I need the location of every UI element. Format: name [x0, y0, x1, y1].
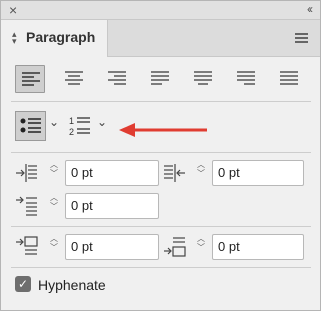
align-left-button[interactable]: [15, 65, 45, 93]
panel-menu-icon[interactable]: [295, 33, 308, 43]
bulleted-list-chevron-down-icon[interactable]: ⌄: [49, 115, 59, 129]
space-before-icon: [16, 236, 38, 255]
tab-updown-icon: ▴ ▾: [12, 29, 17, 46]
right-indent-input[interactable]: 0 pt: [212, 160, 304, 186]
numbered-list-chevron-down-icon[interactable]: ⌄: [97, 115, 107, 129]
first-line-indent-stepper-icon[interactable]: ︿ ﹀: [45, 193, 63, 219]
space-after-icon: [164, 237, 186, 257]
first-line-indent-icon: [16, 196, 37, 216]
left-indent-input[interactable]: 0 pt: [65, 160, 159, 186]
bulleted-list-icon: [20, 118, 41, 133]
justify-last-left-button[interactable]: [145, 65, 175, 93]
panel-titlebar: × ‹‹: [1, 1, 320, 20]
paragraph-panel: × ‹‹ ▴ ▾ Paragraph ⌄ 1 2 ⌄ ︿ ﹀ 0 pt ︿ ﹀ …: [0, 0, 321, 311]
justify-all-button[interactable]: [274, 65, 304, 93]
justify-last-center-icon: [194, 71, 212, 85]
svg-text:2: 2: [69, 127, 74, 137]
right-indent-stepper-icon[interactable]: ︿ ﹀: [192, 160, 210, 186]
numbered-list-icon[interactable]: 1 2: [69, 115, 91, 137]
justify-last-center-button[interactable]: [188, 65, 218, 93]
collapse-panel-icon[interactable]: ‹‹: [307, 1, 313, 17]
tab-paragraph[interactable]: ▴ ▾ Paragraph: [1, 20, 108, 57]
justify-last-left-icon: [151, 71, 169, 85]
left-indent-icon: [16, 164, 37, 182]
red-arrow-annotation: [119, 123, 207, 137]
space-after-input[interactable]: 0 pt: [212, 234, 304, 260]
right-indent-icon: [164, 164, 185, 182]
space-before-input[interactable]: 0 pt: [65, 234, 159, 260]
separator: [11, 101, 311, 102]
align-center-icon: [65, 71, 83, 85]
hyphenate-checkbox[interactable]: ✓: [15, 276, 31, 292]
left-indent-stepper-icon[interactable]: ︿ ﹀: [45, 160, 63, 186]
hyphenate-label: Hyphenate: [38, 277, 106, 293]
align-center-button[interactable]: [59, 65, 89, 93]
bulleted-list-button[interactable]: [15, 111, 46, 141]
separator: [11, 267, 311, 268]
align-left-icon: [22, 72, 40, 86]
first-line-indent-input[interactable]: 0 pt: [65, 193, 159, 219]
svg-text:1: 1: [69, 116, 74, 126]
close-icon[interactable]: ×: [9, 2, 17, 18]
separator: [11, 226, 311, 227]
align-right-button[interactable]: [102, 65, 132, 93]
space-after-stepper-icon[interactable]: ︿ ﹀: [192, 234, 210, 260]
tab-label: Paragraph: [26, 29, 96, 45]
justify-last-right-icon: [237, 71, 255, 85]
justify-all-icon: [280, 71, 298, 85]
checkmark-icon: ✓: [17, 277, 29, 291]
justify-last-right-button[interactable]: [231, 65, 261, 93]
separator: [11, 152, 311, 153]
align-right-icon: [108, 71, 126, 85]
tab-row: ▴ ▾ Paragraph: [1, 20, 320, 57]
space-before-stepper-icon[interactable]: ︿ ﹀: [45, 234, 63, 260]
